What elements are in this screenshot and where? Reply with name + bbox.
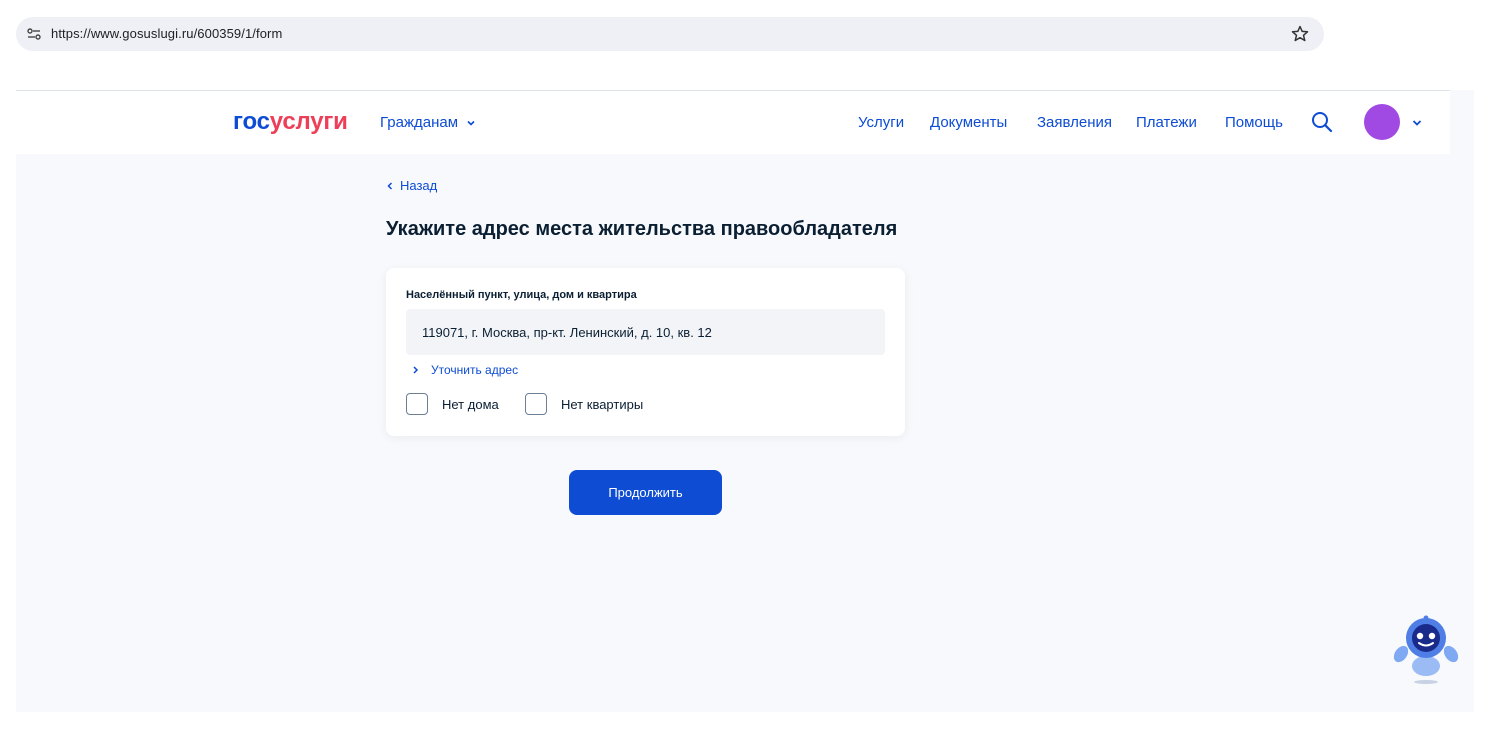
no-house-label: Нет дома xyxy=(442,396,499,412)
site-header: госуслуги Гражданам Услуги Документы Зая… xyxy=(16,90,1450,154)
back-label: Назад xyxy=(400,178,438,193)
no-flat-checkbox-wrap[interactable]: Нет квартиры xyxy=(525,393,643,415)
continue-button[interactable]: Продолжить xyxy=(569,470,722,515)
chevron-right-icon xyxy=(413,366,419,374)
no-house-checkbox-wrap[interactable]: Нет дома xyxy=(406,393,499,415)
search-icon[interactable] xyxy=(1310,110,1334,134)
robot-assistant-icon[interactable] xyxy=(1388,610,1464,686)
address-form-card: Населённый пункт, улица, дом и квартира … xyxy=(386,268,905,436)
address-bar[interactable]: https://www.gosuslugi.ru/600359/1/form xyxy=(16,17,1324,51)
nav-applications[interactable]: Заявления xyxy=(1037,114,1112,131)
no-house-checkbox[interactable] xyxy=(406,393,428,415)
address-field-label: Населённый пункт, улица, дом и квартира xyxy=(406,289,637,301)
bookmark-star-icon[interactable] xyxy=(1290,24,1310,44)
nav-payments[interactable]: Платежи xyxy=(1136,114,1197,131)
nav-services[interactable]: Услуги xyxy=(858,114,904,131)
chevron-left-icon xyxy=(387,181,393,190)
avatar[interactable] xyxy=(1364,104,1400,140)
page-frame: госуслуги Гражданам Услуги Документы Зая… xyxy=(16,90,1474,712)
nav-help[interactable]: Помощь xyxy=(1225,114,1283,131)
site-info-icon[interactable] xyxy=(26,26,42,42)
audience-dropdown[interactable]: Гражданам xyxy=(380,114,476,131)
nav-documents[interactable]: Документы xyxy=(930,114,1007,131)
refine-address-label: Уточнить адрес xyxy=(431,363,519,377)
chevron-down-icon xyxy=(467,120,475,126)
page-title: Укажите адрес места жительства правообла… xyxy=(386,218,898,240)
address-input[interactable] xyxy=(406,309,885,355)
url-text[interactable]: https://www.gosuslugi.ru/600359/1/form xyxy=(51,26,282,41)
no-flat-checkbox[interactable] xyxy=(525,393,547,415)
no-flat-label: Нет квартиры xyxy=(561,396,644,412)
back-link[interactable]: Назад xyxy=(386,178,437,193)
chevron-down-icon[interactable] xyxy=(1411,117,1423,129)
refine-address-link[interactable]: Уточнить адрес xyxy=(412,363,518,377)
gosuslugi-logo[interactable]: госуслуги xyxy=(233,108,348,136)
audience-label: Гражданам xyxy=(380,114,459,131)
